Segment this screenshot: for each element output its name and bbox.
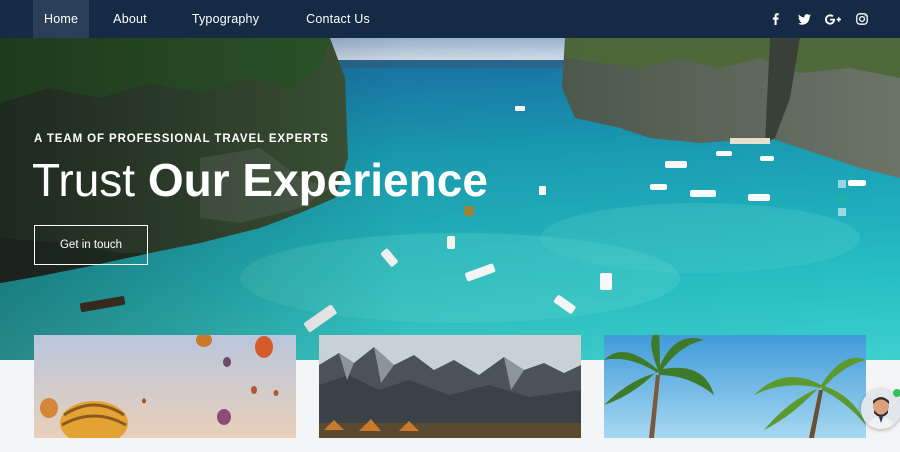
google-plus-icon[interactable] [825,11,841,27]
mountains-card[interactable] [319,335,581,438]
nav-item-home[interactable]: Home [33,0,90,38]
social-links [767,0,870,38]
hero-title: Trust Our Experience [32,153,488,207]
palm-trees-image [604,335,866,438]
hot-air-balloons-image [34,335,296,438]
hero-subtitle: A TEAM OF PROFESSIONAL TRAVEL EXPERTS [34,133,329,145]
top-navbar: Home About Typography Contact Us [0,0,900,38]
hero-title-light: Trust [32,154,136,206]
slider-dot-2[interactable] [838,194,846,202]
slider-dot-1[interactable] [838,180,846,188]
main-menu: Home About Typography Contact Us [33,0,381,38]
online-status-indicator [893,389,900,397]
hero-slider: A TEAM OF PROFESSIONAL TRAVEL EXPERTS Tr… [0,38,900,360]
nav-item-typography[interactable]: Typography [181,0,270,38]
get-in-touch-button[interactable]: Get in touch [34,225,148,265]
slider-pagination [838,180,846,216]
slider-dot-3[interactable] [838,208,846,216]
instagram-icon[interactable] [854,11,870,27]
nav-item-about[interactable]: About [102,0,158,38]
destination-cards [0,335,900,452]
mountains-image [319,335,581,438]
palm-trees-card[interactable] [604,335,866,438]
hot-air-balloons-card[interactable] [34,335,296,438]
twitter-icon[interactable] [796,11,812,27]
facebook-icon[interactable] [767,11,783,27]
nav-item-contact-us[interactable]: Contact Us [295,0,381,38]
hero-title-bold: Our Experience [147,154,488,206]
